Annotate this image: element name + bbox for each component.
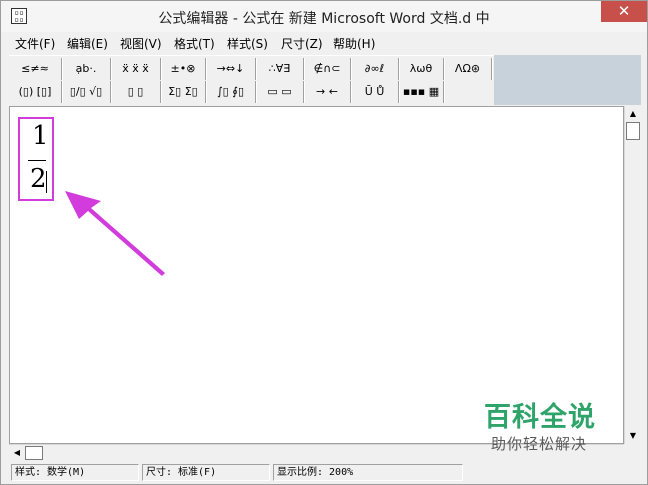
- formula-editor-window: ▫▫ ▫▫ 公式编辑器 - 公式在 新建 Microsoft Word 文档.d …: [0, 0, 648, 485]
- subscript-superscript-templates-button[interactable]: ▯ ▯: [111, 81, 161, 103]
- fraction-numerator[interactable]: 1: [32, 121, 49, 151]
- vertical-scroll-thumb[interactable]: [626, 122, 640, 140]
- text-cursor: [46, 171, 47, 193]
- toolbar-empty-area: [494, 55, 641, 105]
- relational-symbols-button[interactable]: ≤≠≈: [9, 58, 62, 80]
- fraction-highlight-box[interactable]: 1 2: [18, 117, 54, 201]
- status-zoom: 显示比例: 200%: [273, 464, 463, 481]
- title-bar[interactable]: ▫▫ ▫▫ 公式编辑器 - 公式在 新建 Microsoft Word 文档.d …: [1, 1, 647, 32]
- status-size: 尺寸: 标准(F): [142, 464, 270, 481]
- greek-lowercase-button[interactable]: λωθ: [399, 58, 444, 80]
- horizontal-scroll-thumb[interactable]: [25, 446, 43, 460]
- misc-symbols-button[interactable]: ∂∞ℓ: [351, 58, 399, 80]
- menu-bar: 文件(F) 编辑(E) 视图(V) 格式(T) 样式(S) 尺寸(Z) 帮助(H…: [1, 32, 647, 53]
- logical-symbols-button[interactable]: ∴∀∃: [256, 58, 304, 80]
- close-button[interactable]: ✕: [601, 1, 647, 22]
- set-theory-button[interactable]: ∉∩⊂: [304, 58, 351, 80]
- status-bar: 样式: 数学(M) 尺寸: 标准(F) 显示比例: 200%: [1, 462, 647, 484]
- menu-file[interactable]: 文件(F): [15, 35, 55, 52]
- embellishments-button[interactable]: ẍ ẍ ẍ: [111, 58, 161, 80]
- fence-templates-button[interactable]: (▯) [▯]: [9, 81, 62, 103]
- watermark-logo: 百科全说: [484, 402, 596, 433]
- product-set-templates-button[interactable]: Ū Ů: [351, 81, 399, 103]
- operator-symbols-button[interactable]: ±•⊗: [161, 58, 206, 80]
- matrix-templates-button[interactable]: ▪▪▪ ▦: [399, 81, 444, 103]
- integral-templates-button[interactable]: ∫▯ ∮▯: [206, 81, 256, 103]
- menu-edit[interactable]: 编辑(E): [67, 35, 108, 52]
- scroll-down-icon[interactable]: ▼: [625, 428, 641, 444]
- underbar-overbar-templates-button[interactable]: ▭ ▭: [256, 81, 304, 103]
- vertical-scrollbar[interactable]: ▲ ▼: [624, 106, 641, 444]
- menu-help[interactable]: 帮助(H): [333, 35, 375, 52]
- greek-uppercase-button[interactable]: ΛΩ⊛: [444, 58, 492, 80]
- status-style: 样式: 数学(M): [11, 464, 139, 481]
- watermark-slogan: 助你轻松解决: [491, 435, 588, 453]
- summation-templates-button[interactable]: Σ▯ Σ▯: [161, 81, 206, 103]
- menu-style[interactable]: 样式(S): [227, 35, 268, 52]
- scroll-up-icon[interactable]: ▲: [625, 106, 641, 122]
- menu-format[interactable]: 格式(T): [174, 35, 215, 52]
- scroll-left-icon[interactable]: ◀: [9, 445, 25, 461]
- menu-size[interactable]: 尺寸(Z): [281, 35, 323, 52]
- labeled-arrow-templates-button[interactable]: → ←: [304, 81, 351, 103]
- fraction-radical-templates-button[interactable]: ▯/▯ √▯: [62, 81, 111, 103]
- fraction-bar: [28, 160, 46, 161]
- spaces-ellipses-button[interactable]: ạb·.: [62, 58, 111, 80]
- menu-view[interactable]: 视图(V): [120, 35, 162, 52]
- annotation-arrow-icon: [65, 191, 165, 276]
- fraction-denominator[interactable]: 2: [30, 164, 47, 194]
- arrow-symbols-button[interactable]: →⇔↓: [206, 58, 256, 80]
- window-title: 公式编辑器 - 公式在 新建 Microsoft Word 文档.d 中: [158, 11, 490, 27]
